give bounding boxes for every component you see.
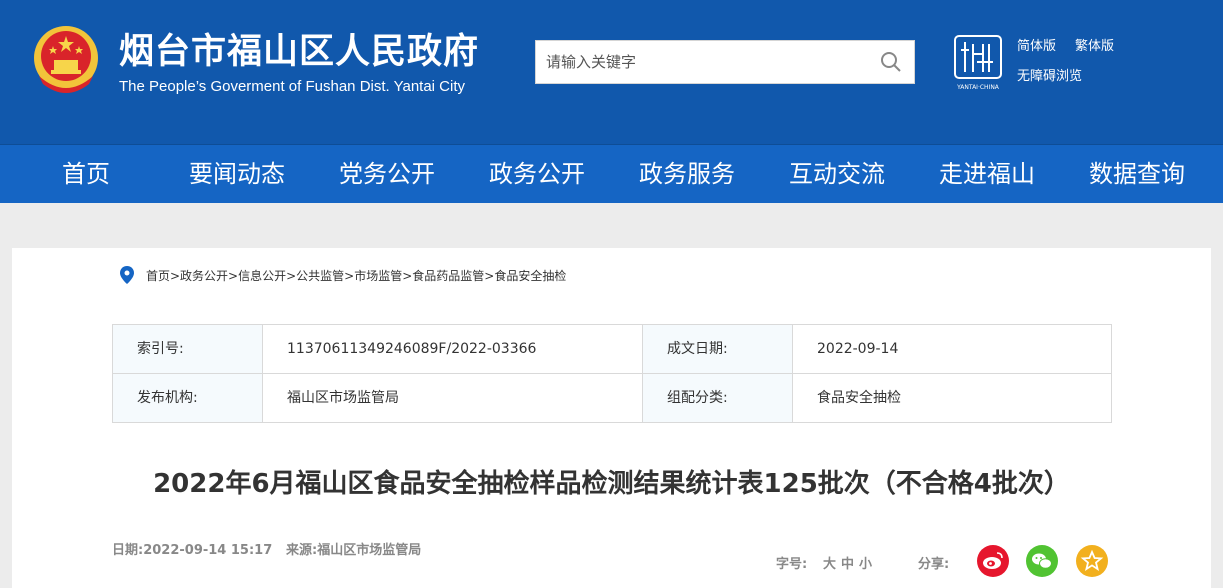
- nav-item-party-affairs[interactable]: 党务公开: [339, 145, 435, 204]
- share-wechat-button[interactable]: [1026, 545, 1058, 577]
- publisher-value: 福山区市场监管局: [263, 374, 643, 422]
- svg-text:YANTAI·CHINA: YANTAI·CHINA: [956, 84, 1000, 91]
- accessible-browse-link[interactable]: 无障碍浏览: [1017, 65, 1082, 84]
- article-source: 来源:福山区市场监管局: [286, 543, 422, 558]
- publisher-label: 发布机构:: [113, 374, 263, 422]
- meta-table: 索引号: 11370611349246089F/2022-03366 成文日期:…: [112, 324, 1112, 423]
- nav-item-data-query[interactable]: 数据查询: [1089, 145, 1185, 204]
- breadcrumb[interactable]: 首页>政务公开>信息公开>公共监管>市场监管>食品药品监管>食品安全抽检: [146, 268, 566, 284]
- site-subtitle: The People’s Goverment of Fushan Dist. Y…: [119, 78, 466, 95]
- article-title: 2022年6月福山区食品安全抽检样品检测结果统计表125批次（不合格4批次）: [153, 469, 1070, 499]
- nav-item-interaction[interactable]: 互动交流: [789, 145, 885, 204]
- category-value: 食品安全抽检: [793, 374, 1111, 422]
- weibo-icon: [983, 552, 1003, 569]
- lang-traditional-link[interactable]: 繁体版: [1075, 35, 1114, 54]
- share-label: 分享:: [918, 557, 950, 572]
- star-icon: [1080, 549, 1104, 571]
- date-value: 2022-09-14: [793, 325, 1111, 374]
- search-input[interactable]: [536, 41, 866, 83]
- font-size-small[interactable]: 小: [859, 553, 872, 572]
- site-title: 烟台市福山区人民政府: [119, 32, 480, 72]
- index-value: 11370611349246089F/2022-03366: [263, 325, 643, 374]
- wechat-icon: [1032, 553, 1052, 569]
- font-size-label: 字号:: [776, 557, 808, 572]
- search-box: [535, 40, 915, 84]
- favorite-button[interactable]: [1076, 545, 1108, 577]
- lang-simplified-link[interactable]: 简体版: [1017, 35, 1056, 54]
- nav-item-news[interactable]: 要闻动态: [189, 145, 285, 204]
- nav-item-gov-services[interactable]: 政务服务: [639, 145, 735, 204]
- yantai-china-logo: YANTAI·CHINA: [954, 35, 1002, 91]
- date-label: 成文日期:: [643, 325, 793, 374]
- font-size-medium[interactable]: 中: [841, 553, 854, 572]
- share-weibo-button[interactable]: [977, 545, 1009, 577]
- article-date: 日期:2022-09-14 15:17: [112, 543, 273, 558]
- nav-item-about-fushan[interactable]: 走进福山: [939, 145, 1035, 204]
- main-nav: 首页 要闻动态 党务公开 政务公开 政务服务 互动交流 走进福山 数据查询: [0, 144, 1223, 203]
- location-pin-icon: [120, 266, 134, 284]
- search-icon[interactable]: [880, 51, 902, 73]
- site-header: 烟台市福山区人民政府 The People’s Goverment of Fus…: [0, 0, 1223, 144]
- nav-item-gov-affairs[interactable]: 政务公开: [489, 145, 585, 204]
- category-label: 组配分类:: [643, 374, 793, 422]
- nav-item-home[interactable]: 首页: [62, 145, 110, 204]
- national-emblem-icon: [34, 26, 98, 93]
- index-label: 索引号:: [113, 325, 263, 374]
- font-size-large[interactable]: 大: [823, 553, 836, 572]
